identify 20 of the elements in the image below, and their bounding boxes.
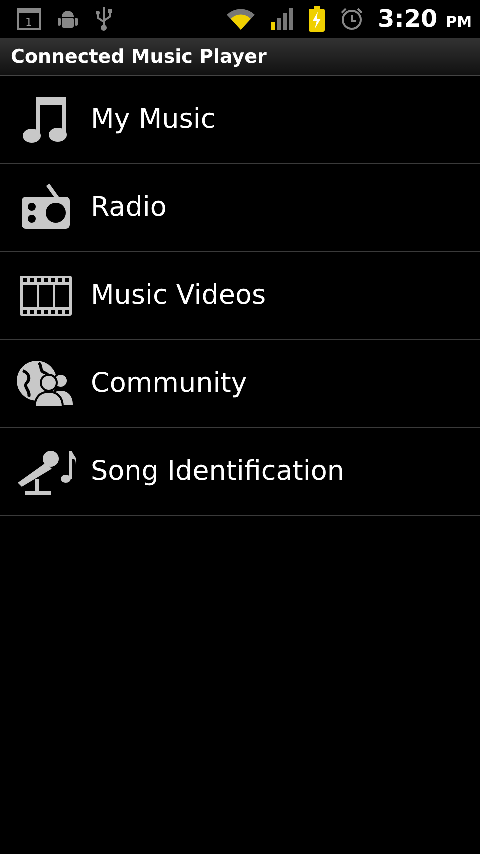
wifi-icon xyxy=(226,7,256,31)
app-title: Connected Music Player xyxy=(11,46,267,68)
menu-item[interactable]: Song Identification xyxy=(0,428,480,516)
menu-item[interactable]: My Music xyxy=(0,76,480,164)
usb-icon xyxy=(94,6,114,32)
menu-item-label: Music Videos xyxy=(91,280,266,311)
music-note-icon xyxy=(22,94,70,144)
menu-item[interactable]: Music Videos xyxy=(0,252,480,340)
menu-item[interactable]: Radio xyxy=(0,164,480,252)
calendar-icon: 1 xyxy=(16,7,42,31)
clock: 3:20 PM xyxy=(378,5,472,33)
menu-item-label: My Music xyxy=(91,104,216,135)
signal-icon xyxy=(270,8,294,30)
menu-item-label: Radio xyxy=(91,192,167,223)
film-strip-icon xyxy=(18,274,74,318)
alarm-icon xyxy=(340,7,364,31)
battery-charging-icon xyxy=(308,6,326,32)
menu-item-label: Song Identification xyxy=(91,456,345,487)
menu-item[interactable]: Community xyxy=(0,340,480,428)
menu-item-label: Community xyxy=(91,368,248,399)
